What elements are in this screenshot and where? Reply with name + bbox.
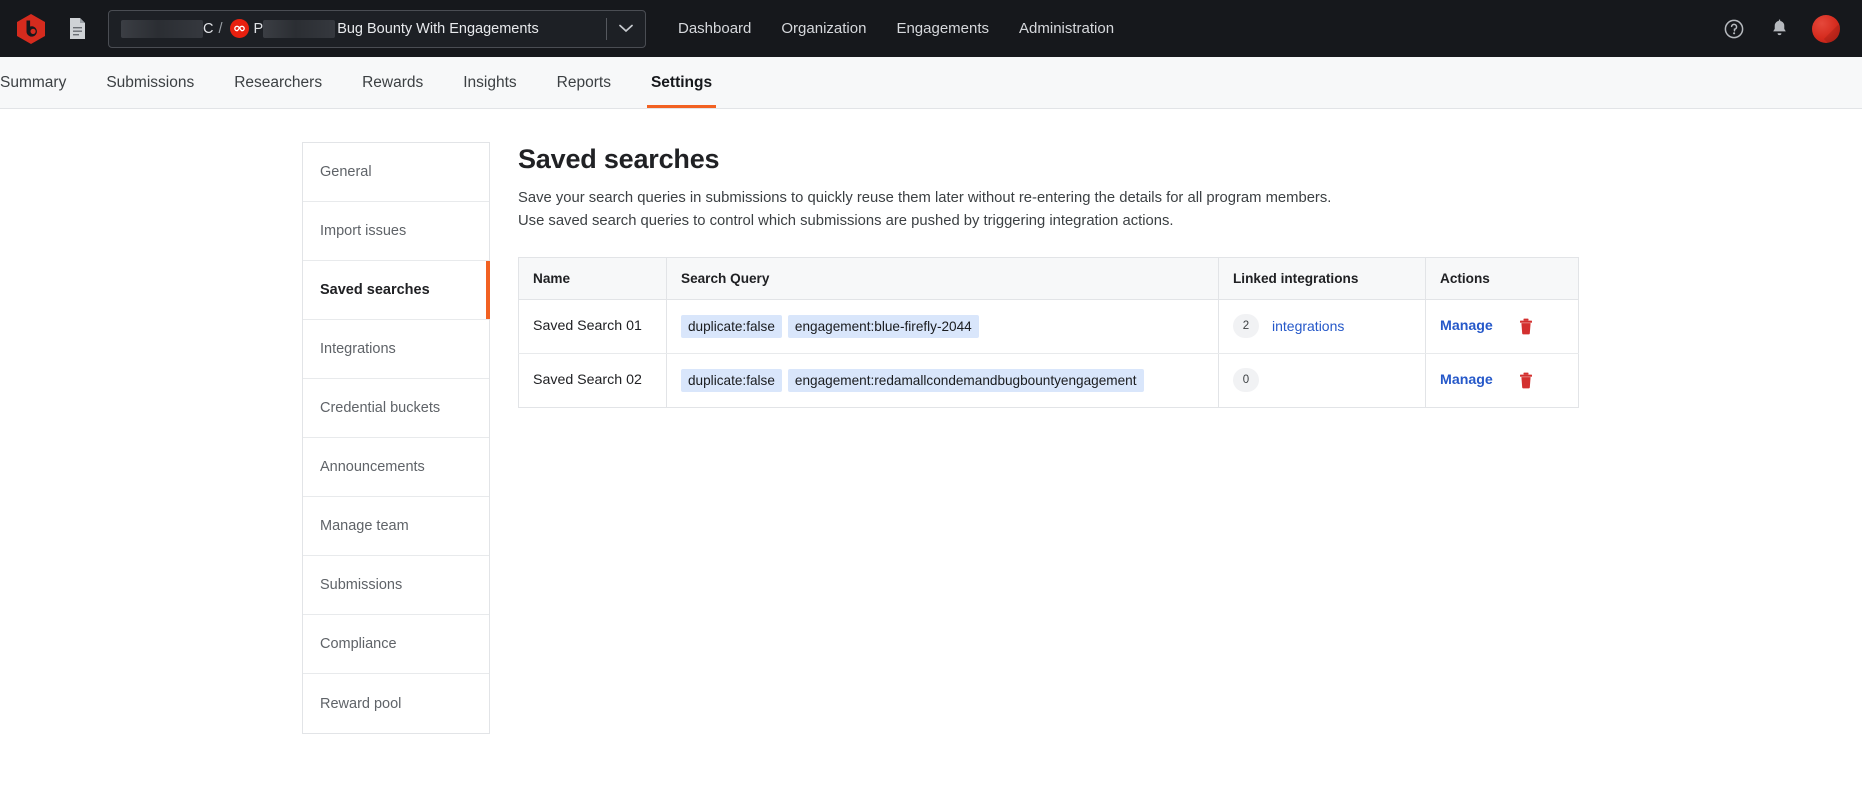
nav-link-engagements[interactable]: Engagements [896,20,989,37]
table-row: Saved Search 02 duplicate:false engagemen… [518,353,1579,408]
tab-insights[interactable]: Insights [443,57,536,108]
page-description-line-2: Use saved search queries to control whic… [518,212,1174,229]
settings-sidebar: General Import issues Saved searches Int… [302,142,490,734]
saved-searches-table: Name Search Query Linked integrations Ac… [518,256,1579,408]
program-title: Bug Bounty With Engagements [337,20,539,37]
program-name-prefix: P [253,20,264,37]
redacted-program-name [263,19,336,38]
primary-navigation: Dashboard Organization Engagements Admin… [678,20,1114,37]
sidebar-item-label: Compliance [320,636,397,652]
page-description-line-1: Save your search queries in submissions … [518,190,1332,206]
cell-search-query: duplicate:false engagement:redamallcondem… [666,353,1219,408]
tab-label: Reports [556,73,611,91]
help-circle-icon[interactable] [1722,17,1746,41]
document-icon[interactable] [60,12,94,46]
avatar[interactable] [1812,14,1840,43]
engagement-circle-icon [229,19,249,38]
sidebar-item-label: Reward pool [320,695,402,712]
column-header-name: Name [518,257,667,300]
sidebar-item-label: General [320,164,372,180]
content-area: General Import issues Saved searches Int… [0,109,1862,734]
sidebar-item-label: Announcements [320,459,425,475]
sidebar-item-reward-pool[interactable]: Reward pool [303,674,489,733]
cell-name: Saved Search 01 [518,299,667,354]
tab-summary[interactable]: Summary [0,57,86,108]
sidebar-item-integrations[interactable]: Integrations [303,320,489,379]
notification-bell-icon[interactable] [1767,17,1791,41]
sidebar-item-label: Import issues [320,223,407,239]
column-header-search-query: Search Query [666,257,1219,300]
tab-submissions[interactable]: Submissions [86,57,214,108]
trash-icon[interactable] [1519,318,1533,335]
nav-link-dashboard[interactable]: Dashboard [678,20,751,37]
sidebar-item-manage-team[interactable]: Manage team [303,497,489,556]
tab-rewards[interactable]: Rewards [342,57,443,108]
org-name-suffix: C [203,20,214,37]
bugcrowd-logo-icon[interactable] [10,8,52,50]
tab-settings[interactable]: Settings [631,57,732,108]
sidebar-item-label: Credential buckets [320,400,441,416]
sidebar-item-label: Integrations [320,341,396,357]
table-header-row: Name Search Query Linked integrations Ac… [518,257,1579,300]
section-tab-bar: Summary Submissions Researchers Rewards … [0,57,1862,109]
sidebar-item-label: Saved searches [320,282,430,298]
trash-icon[interactable] [1519,372,1533,389]
sidebar-item-announcements[interactable]: Announcements [303,438,489,497]
sidebar-item-general[interactable]: General [303,143,489,202]
query-tag: engagement:redamallcondemandbugbountyeng… [787,368,1144,392]
column-header-linked-integrations: Linked integrations [1218,257,1426,300]
sidebar-item-import-issues[interactable]: Import issues [303,202,489,261]
cell-linked-integrations: 2 integrations [1218,299,1426,354]
nav-link-administration[interactable]: Administration [1019,20,1114,37]
top-bar: C / P Bug Bounty With Engagements Dashbo… [0,0,1862,57]
main-panel: Saved searches Save your search queries … [518,142,1579,734]
tab-researchers[interactable]: Researchers [214,57,342,108]
top-bar-actions [1722,14,1840,43]
tab-label: Researchers [234,73,323,91]
cell-name: Saved Search 02 [518,353,667,408]
manage-button[interactable]: Manage [1440,318,1493,334]
manage-button[interactable]: Manage [1440,372,1493,388]
table-row: Saved Search 01 duplicate:false engagemen… [518,299,1579,354]
linked-count-badge: 0 [1233,368,1259,393]
column-header-actions: Actions [1425,257,1579,300]
query-tag: engagement:blue-firefly-2044 [787,314,979,338]
redacted-org-name [121,19,203,38]
tab-label: Settings [650,73,713,91]
linked-count-badge: 2 [1233,314,1259,339]
tab-label: Rewards [362,73,424,91]
cell-search-query: duplicate:false engagement:blue-firefly-2… [666,299,1219,354]
integrations-link[interactable]: integrations [1272,318,1344,334]
cell-actions: Manage [1425,299,1579,354]
nav-link-organization[interactable]: Organization [781,20,866,37]
breadcrumb-separator: / [218,20,223,37]
chevron-down-icon[interactable] [607,11,645,47]
sidebar-item-compliance[interactable]: Compliance [303,615,489,674]
org-program-selector[interactable]: C / P Bug Bounty With Engagements [108,9,646,48]
tab-label: Submissions [106,73,195,91]
page-title: Saved searches [518,144,720,174]
sidebar-item-saved-searches[interactable]: Saved searches [303,261,490,320]
sidebar-item-credential-buckets[interactable]: Credential buckets [303,379,489,438]
tab-label: Summary [0,73,67,91]
sidebar-item-submissions[interactable]: Submissions [303,556,489,615]
query-tag: duplicate:false [681,314,782,338]
tab-reports[interactable]: Reports [537,57,631,108]
sidebar-item-label: Submissions [320,577,403,593]
cell-linked-integrations: 0 [1218,353,1426,408]
sidebar-item-label: Manage team [320,518,409,534]
tab-label: Insights [463,73,517,91]
cell-actions: Manage [1426,353,1579,407]
query-tag: duplicate:false [681,368,782,392]
